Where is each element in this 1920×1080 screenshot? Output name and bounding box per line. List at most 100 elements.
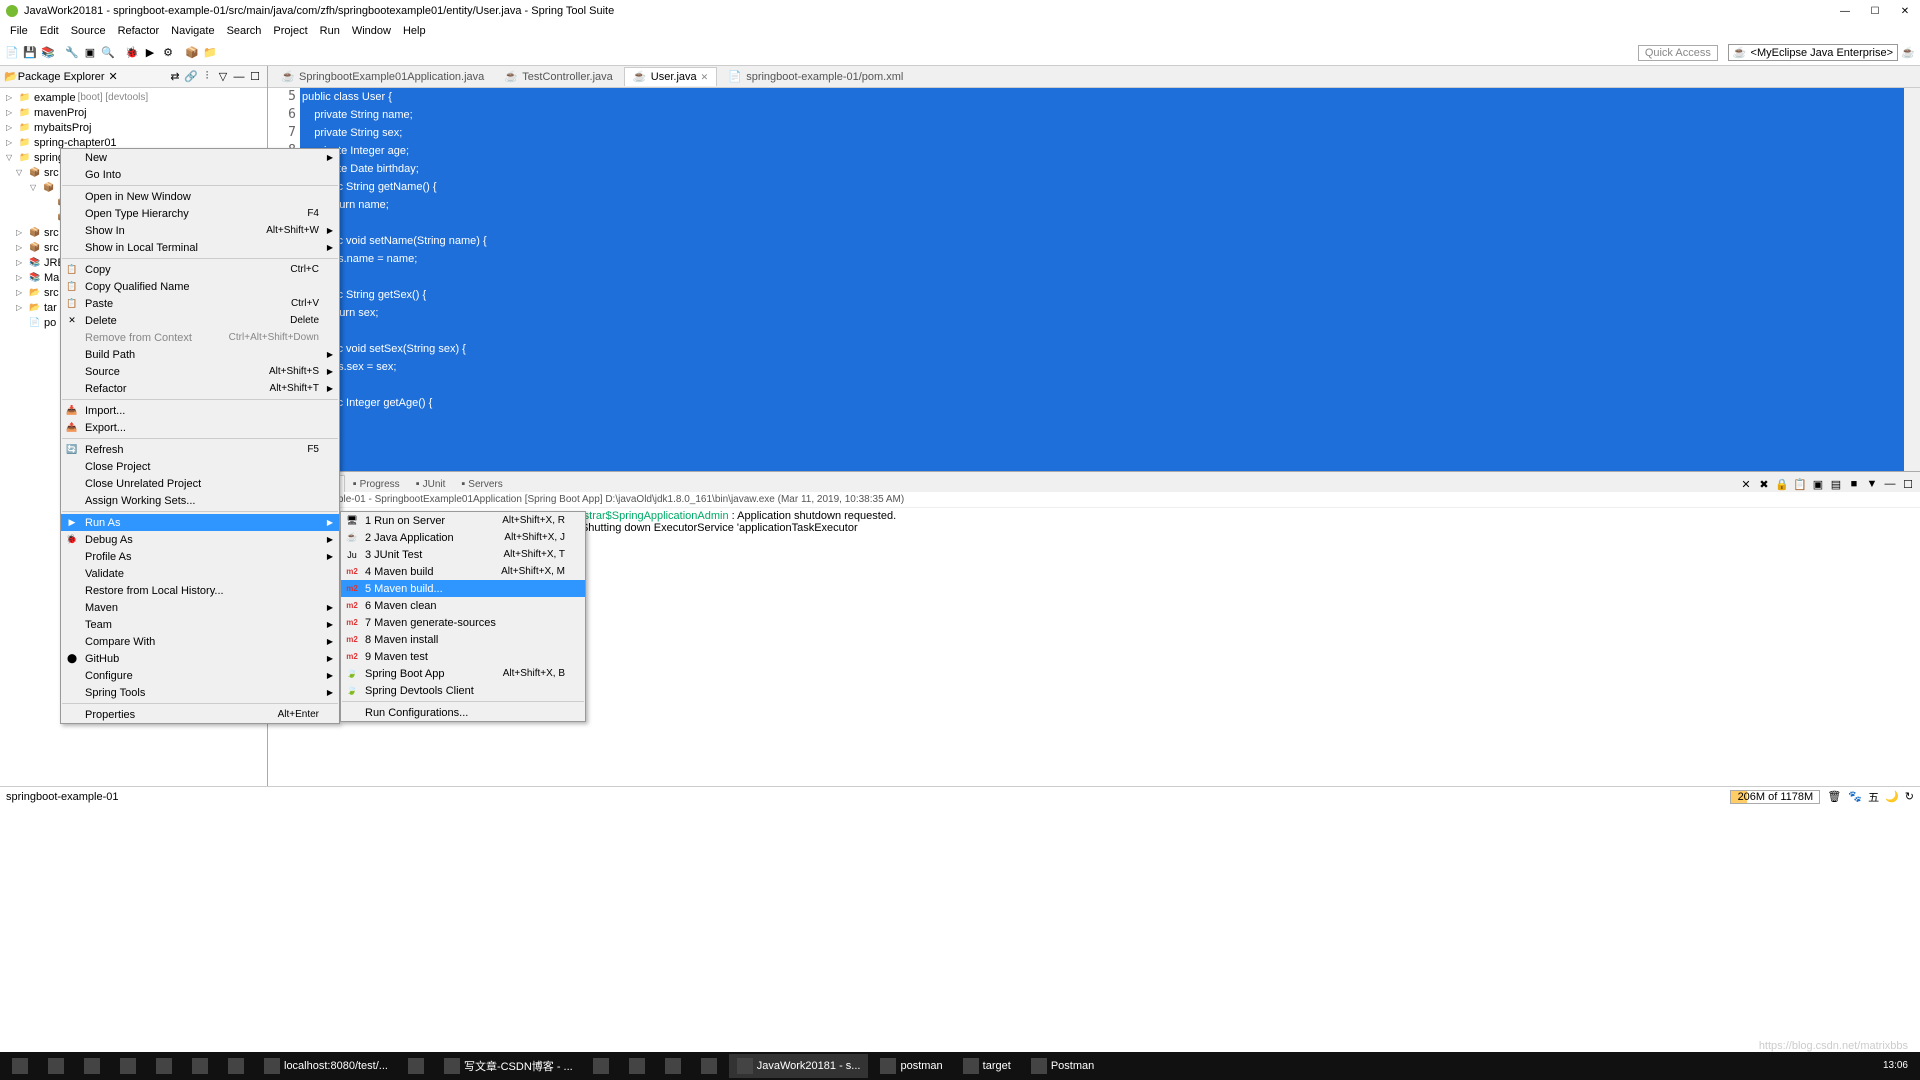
menu-item-source[interactable]: SourceAlt+Shift+S▶ [61, 363, 339, 380]
maximize-button[interactable]: ☐ [1860, 0, 1890, 22]
close-icon[interactable]: ✕ [701, 72, 709, 83]
console-tool-icon[interactable]: ▤ [1828, 476, 1844, 492]
taskbar-item[interactable] [184, 1054, 216, 1078]
menu-item-debug-as[interactable]: 🐞Debug As▶ [61, 531, 339, 548]
console-tool-icon[interactable]: ■ [1846, 476, 1862, 492]
menu-item-2-java-application[interactable]: ☕2 Java ApplicationAlt+Shift+X, J [341, 529, 585, 546]
editor-tab[interactable]: ☕User.java✕ [624, 67, 717, 86]
collapse-icon[interactable]: ⇄ [167, 69, 183, 85]
menu-item-8-maven-install[interactable]: m28 Maven install [341, 631, 585, 648]
menu-item-team[interactable]: Team▶ [61, 616, 339, 633]
taskbar-item[interactable] [40, 1054, 72, 1078]
menu-window[interactable]: Window [346, 25, 397, 37]
link-icon[interactable]: 🔗 [183, 69, 199, 85]
menu-item-copy[interactable]: 📋CopyCtrl+C [61, 261, 339, 278]
taskbar-item[interactable] [400, 1054, 432, 1078]
menu-run[interactable]: Run [314, 25, 346, 37]
menu-item-close-unrelated-project[interactable]: Close Unrelated Project [61, 475, 339, 492]
gc-icon[interactable]: 🗑 [1826, 789, 1842, 805]
taskbar-item[interactable] [220, 1054, 252, 1078]
max-icon[interactable]: ☐ [247, 69, 263, 85]
menu-item-refresh[interactable]: 🔄RefreshF5 [61, 441, 339, 458]
code-editor[interactable]: 567891011121314151617181920212223 public… [268, 88, 1920, 471]
menu-item-restore-from-local-history-[interactable]: Restore from Local History... [61, 582, 339, 599]
taskbar-item[interactable] [621, 1054, 653, 1078]
menu-item-refactor[interactable]: RefactorAlt+Shift+T▶ [61, 380, 339, 397]
menu-item-new[interactable]: New▶ [61, 149, 339, 166]
menu-item-export-[interactable]: 📤Export... [61, 419, 339, 436]
tool-icon[interactable]: ⚙ [160, 45, 176, 61]
console-tool-icon[interactable]: ☐ [1900, 476, 1916, 492]
menu-item-run-as[interactable]: ▶Run As▶ [61, 514, 339, 531]
quick-access-input[interactable]: Quick Access [1638, 45, 1718, 61]
console-tab-progress[interactable]: ▪Progress [345, 476, 408, 492]
taskbar-item[interactable] [657, 1054, 689, 1078]
tool-icon[interactable]: 📦 [184, 45, 200, 61]
menu-item-run-configurations-[interactable]: Run Configurations... [341, 704, 585, 721]
scrollbar-vertical[interactable] [1904, 88, 1920, 471]
taskbar-item[interactable] [693, 1054, 725, 1078]
menu-item-4-maven-build[interactable]: m24 Maven buildAlt+Shift+X, M [341, 563, 585, 580]
menu-item-remove-from-context[interactable]: Remove from ContextCtrl+Alt+Shift+Down [61, 329, 339, 346]
menu-item-show-in-local-terminal[interactable]: Show in Local Terminal▶ [61, 239, 339, 256]
menu-item-open-type-hierarchy[interactable]: Open Type HierarchyF4 [61, 205, 339, 222]
menu-item-5-maven-build-[interactable]: m25 Maven build... [341, 580, 585, 597]
minimize-button[interactable]: — [1830, 0, 1860, 22]
taskbar-item[interactable] [585, 1054, 617, 1078]
console-tool-icon[interactable]: ▣ [1810, 476, 1826, 492]
save-icon[interactable]: 💾 [22, 45, 38, 61]
menu-navigate[interactable]: Navigate [165, 25, 220, 37]
console-tool-icon[interactable]: 📋 [1792, 476, 1808, 492]
menu-item-delete[interactable]: ✕DeleteDelete [61, 312, 339, 329]
menu-edit[interactable]: Edit [34, 25, 65, 37]
console-tab-servers[interactable]: ▪Servers [453, 476, 510, 492]
tool-icon[interactable]: 🔍 [100, 45, 116, 61]
saveall-icon[interactable]: 📚 [40, 45, 56, 61]
menu-item-build-path[interactable]: Build Path▶ [61, 346, 339, 363]
menu-item-configure[interactable]: Configure▶ [61, 667, 339, 684]
menu-item-show-in[interactable]: Show InAlt+Shift+W▶ [61, 222, 339, 239]
menu-item-spring-devtools-client[interactable]: 🍃Spring Devtools Client [341, 682, 585, 699]
run-as-submenu[interactable]: 🖥1 Run on ServerAlt+Shift+X, R☕2 Java Ap… [340, 511, 586, 722]
console-tab-junit[interactable]: ▪JUnit [408, 476, 454, 492]
perspective-button[interactable]: ☕ <MyEclipse Java Enterprise> [1728, 44, 1898, 61]
menu-item-assign-working-sets-[interactable]: Assign Working Sets... [61, 492, 339, 509]
taskbar-item[interactable]: JavaWork20181 - s... [729, 1054, 869, 1078]
menu-item-7-maven-generate-sources[interactable]: m27 Maven generate-sources [341, 614, 585, 631]
menu-item-spring-boot-app[interactable]: 🍃Spring Boot AppAlt+Shift+X, B [341, 665, 585, 682]
menu-help[interactable]: Help [397, 25, 432, 37]
menu-item-import-[interactable]: 📥Import... [61, 402, 339, 419]
menu-item-compare-with[interactable]: Compare With▶ [61, 633, 339, 650]
heap-status[interactable]: 206M of 1178M [1730, 790, 1820, 804]
menu-item-properties[interactable]: PropertiesAlt+Enter [61, 706, 339, 723]
tool-icon[interactable]: 📁 [202, 45, 218, 61]
min-icon[interactable]: — [231, 69, 247, 85]
editor-tab[interactable]: 📄springboot-example-01/pom.xml [719, 67, 912, 86]
editor-tab[interactable]: ☕TestController.java [495, 67, 622, 86]
menu-item-6-maven-clean[interactable]: m26 Maven clean [341, 597, 585, 614]
menu-icon[interactable]: ▽ [215, 69, 231, 85]
debug-icon[interactable]: 🐞 [124, 45, 140, 61]
tool-icon[interactable]: 🔧 [64, 45, 80, 61]
taskbar-item[interactable]: localhost:8080/test/... [256, 1054, 396, 1078]
console-tool-icon[interactable]: 🔒 [1774, 476, 1790, 492]
menu-item-copy-qualified-name[interactable]: 📋Copy Qualified Name [61, 278, 339, 295]
taskbar-item[interactable]: 写文章-CSDN博客 - ... [436, 1054, 581, 1078]
tree-item[interactable]: ▷📁mavenProj [2, 105, 265, 120]
menu-item-profile-as[interactable]: Profile As▶ [61, 548, 339, 565]
taskbar-item[interactable] [148, 1054, 180, 1078]
context-menu[interactable]: New▶Go IntoOpen in New WindowOpen Type H… [60, 148, 340, 724]
tool-icon[interactable]: ▣ [82, 45, 98, 61]
console-tool-icon[interactable]: — [1882, 476, 1898, 492]
tree-item[interactable]: ▷📁mybaitsProj [2, 120, 265, 135]
menu-item-go-into[interactable]: Go Into [61, 166, 339, 183]
close-icon[interactable]: ✕ [109, 70, 118, 83]
menu-file[interactable]: File [4, 25, 34, 37]
console-tool-icon[interactable]: ✖ [1756, 476, 1772, 492]
menu-item-close-project[interactable]: Close Project [61, 458, 339, 475]
taskbar-item[interactable]: target [955, 1054, 1019, 1078]
console-tool-icon[interactable]: ✕ [1738, 476, 1754, 492]
taskbar-item[interactable] [4, 1054, 36, 1078]
menu-refactor[interactable]: Refactor [112, 25, 166, 37]
run-icon[interactable]: ▶ [142, 45, 158, 61]
